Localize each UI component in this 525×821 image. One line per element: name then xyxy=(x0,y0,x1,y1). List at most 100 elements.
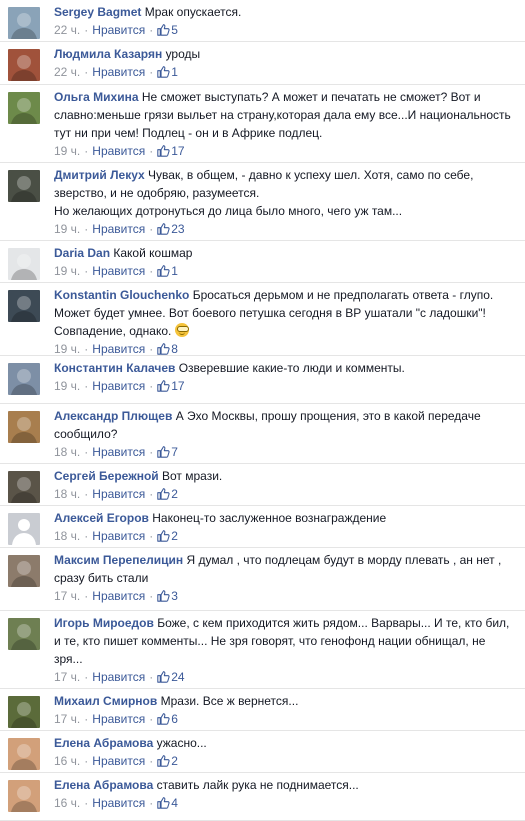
like-count-link[interactable]: 6 xyxy=(157,712,178,726)
author-link[interactable]: Ольга Михина xyxy=(54,90,139,104)
like-count-link[interactable]: 8 xyxy=(157,342,178,356)
avatar[interactable] xyxy=(8,411,40,443)
like-count-link[interactable]: 5 xyxy=(157,23,178,37)
timestamp[interactable]: 19 ч. xyxy=(54,342,80,356)
timestamp[interactable]: 19 ч. xyxy=(54,264,80,278)
author-link[interactable]: Максим Перепелицин xyxy=(54,553,183,567)
like-link[interactable]: Нравится xyxy=(92,65,145,79)
comment-text: Какой кошмар xyxy=(113,246,193,260)
author-link[interactable]: Елена Абрамова xyxy=(54,736,153,750)
comment-item: Сергей Бережной Вот мрази. 18 ч. · Нравится… xyxy=(0,464,525,506)
avatar[interactable] xyxy=(8,471,40,503)
like-count-link[interactable]: 17 xyxy=(157,379,185,393)
like-link[interactable]: Нравится xyxy=(92,379,145,393)
avatar[interactable] xyxy=(8,618,40,650)
like-count-link[interactable]: 1 xyxy=(157,65,178,79)
comment-item: Елена Абрамова ужасно... 16 ч. · Нравится · 2 xyxy=(0,731,525,773)
like-link[interactable]: Нравится xyxy=(92,264,145,278)
avatar[interactable] xyxy=(8,555,40,587)
comment-item: Дмитрий Лекух Чувак, в общем, - давно к … xyxy=(0,163,525,241)
author-link[interactable]: Дмитрий Лекух xyxy=(54,168,145,182)
like-count-link[interactable]: 4 xyxy=(157,796,178,810)
timestamp[interactable]: 17 ч. xyxy=(54,670,80,684)
like-count-link[interactable]: 3 xyxy=(157,589,178,603)
separator: · xyxy=(149,144,154,158)
avatar[interactable] xyxy=(8,92,40,124)
thumbs-up-icon xyxy=(157,446,170,458)
timestamp[interactable]: 22 ч. xyxy=(54,65,80,79)
like-link[interactable]: Нравится xyxy=(92,445,145,459)
timestamp[interactable]: 16 ч. xyxy=(54,796,80,810)
timestamp[interactable]: 18 ч. xyxy=(54,445,80,459)
like-link[interactable]: Нравится xyxy=(92,342,145,356)
like-link[interactable]: Нравится xyxy=(92,589,145,603)
avatar[interactable] xyxy=(8,7,40,39)
timestamp[interactable]: 17 ч. xyxy=(54,589,80,603)
like-count-link[interactable]: 2 xyxy=(157,754,178,768)
like-count-link[interactable]: 2 xyxy=(157,529,178,543)
timestamp[interactable]: 19 ч. xyxy=(54,379,80,393)
author-link[interactable]: Игорь Мироедов xyxy=(54,616,154,630)
comment-body: Елена Абрамова ужасно... 16 ч. · Нравится · 2 xyxy=(54,734,511,770)
separator: · xyxy=(84,754,89,768)
like-count-link[interactable]: 1 xyxy=(157,264,178,278)
author-link[interactable]: Konstantin Glouchenko xyxy=(54,288,189,302)
separator: · xyxy=(84,445,89,459)
like-count-link[interactable]: 17 xyxy=(157,144,185,158)
author-link[interactable]: Александр Плющев xyxy=(54,409,172,423)
avatar[interactable] xyxy=(8,170,40,202)
thumbs-up-icon xyxy=(157,265,170,277)
like-link[interactable]: Нравится xyxy=(92,754,145,768)
timestamp[interactable]: 19 ч. xyxy=(54,222,80,236)
separator: · xyxy=(149,589,154,603)
author-link[interactable]: Михаил Смирнов xyxy=(54,694,157,708)
like-link[interactable]: Нравится xyxy=(92,529,145,543)
timestamp[interactable]: 18 ч. xyxy=(54,487,80,501)
avatar[interactable] xyxy=(8,290,40,322)
comment-body: Сергей Бережной Вот мрази. 18 ч. · Нравится… xyxy=(54,467,511,503)
timestamp[interactable]: 22 ч. xyxy=(54,23,80,37)
like-link[interactable]: Нравится xyxy=(92,670,145,684)
like-link[interactable]: Нравится xyxy=(92,144,145,158)
author-link[interactable]: Алексей Егоров xyxy=(54,511,149,525)
avatar[interactable] xyxy=(8,780,40,812)
like-link[interactable]: Нравится xyxy=(92,23,145,37)
timestamp[interactable]: 16 ч. xyxy=(54,754,80,768)
avatar[interactable] xyxy=(8,696,40,728)
author-link[interactable]: Елена Абрамова xyxy=(54,778,153,792)
avatar[interactable] xyxy=(8,363,40,395)
comment-list: Sergey Bagmet Мрак опускается. 22 ч. · Нрав… xyxy=(0,0,525,821)
author-link[interactable]: Daria Dan xyxy=(54,246,110,260)
like-link[interactable]: Нравится xyxy=(92,222,145,236)
avatar[interactable] xyxy=(8,248,40,280)
separator: · xyxy=(84,65,89,79)
like-link[interactable]: Нравится xyxy=(92,796,145,810)
separator: · xyxy=(84,144,89,158)
like-count-link[interactable]: 7 xyxy=(157,445,178,459)
comment-meta: 16 ч. · Нравится · 2 xyxy=(54,752,511,770)
author-link[interactable]: Сергей Бережной xyxy=(54,469,159,483)
like-count: 1 xyxy=(171,264,178,278)
separator: · xyxy=(149,23,154,37)
timestamp[interactable]: 17 ч. xyxy=(54,712,80,726)
like-count: 23 xyxy=(171,222,185,236)
like-link[interactable]: Нравится xyxy=(92,712,145,726)
thumbs-up-icon xyxy=(157,713,170,725)
like-count: 5 xyxy=(171,23,178,37)
like-count-link[interactable]: 24 xyxy=(157,670,185,684)
comment-text: Мрак опускается. xyxy=(144,5,242,19)
separator: · xyxy=(84,23,89,37)
like-count-link[interactable]: 2 xyxy=(157,487,178,501)
author-link[interactable]: Sergey Bagmet xyxy=(54,5,141,19)
author-link[interactable]: Константин Калачев xyxy=(54,361,175,375)
avatar[interactable] xyxy=(8,49,40,81)
like-link[interactable]: Нравится xyxy=(92,487,145,501)
timestamp[interactable]: 18 ч. xyxy=(54,529,80,543)
comment-text: Наконец-то заслуженное вознаграждение xyxy=(152,511,387,525)
author-link[interactable]: Людмила Казарян xyxy=(54,47,162,61)
avatar[interactable] xyxy=(8,513,40,545)
timestamp[interactable]: 19 ч. xyxy=(54,144,80,158)
avatar[interactable] xyxy=(8,738,40,770)
thumbs-up-icon xyxy=(157,530,170,542)
like-count-link[interactable]: 23 xyxy=(157,222,185,236)
